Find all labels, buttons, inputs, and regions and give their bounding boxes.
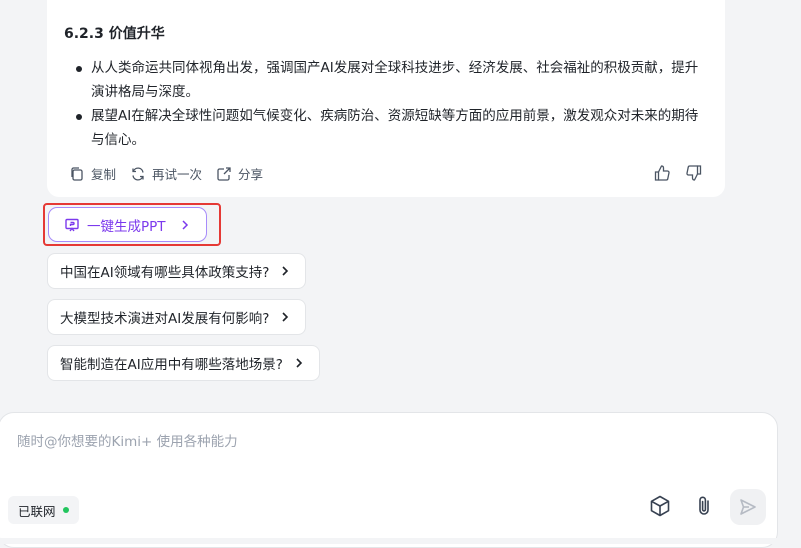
feedback-group <box>653 164 703 182</box>
chevron-right-icon <box>282 266 289 276</box>
online-dot-icon <box>62 507 69 513</box>
answer-card: 6.2.3 价值升华 从人类命运共同体视角出发，强调国产AI发展对全球科技进步、… <box>47 0 725 197</box>
suggestion-text: 大模型技术演进对AI发展有何影响? <box>60 311 270 327</box>
copy-label: 复制 <box>91 167 117 182</box>
share-label: 分享 <box>238 167 264 182</box>
answer-actions: 复制 再试一次 分享 <box>69 164 263 183</box>
thumbs-up-icon[interactable] <box>653 164 671 182</box>
suggestion-chip[interactable]: 中国在AI领域有哪些具体政策支持? <box>47 253 307 289</box>
network-status-badge[interactable]: 已联网 <box>8 496 79 524</box>
bullet-item: 展望AI在解决全球性问题如气候变化、疾病防治、资源短缺等方面的应用前景，激发观众… <box>67 104 707 152</box>
send-button[interactable] <box>730 489 766 525</box>
share-button[interactable]: 分享 <box>216 164 263 183</box>
send-icon <box>740 499 756 515</box>
suggestion-text: 智能制造在AI应用中有哪些落地场景? <box>60 357 283 373</box>
cube-button[interactable] <box>647 493 673 519</box>
attach-button[interactable] <box>691 493 717 519</box>
section-title: 6.2.3 价值升华 <box>64 26 165 42</box>
chat-input-placeholder[interactable]: 随时@你想要的Kimi+ 使用各种能力 <box>17 430 238 450</box>
answer-bullets: 从人类命运共同体视角出发，强调国产AI发展对全球科技进步、经济发展、社会福祉的积… <box>67 56 707 152</box>
thumbs-down-icon[interactable] <box>685 164 703 182</box>
copy-icon <box>71 166 83 181</box>
chat-input-box[interactable]: 随时@你想要的Kimi+ 使用各种能力 <box>0 412 778 548</box>
retry-icon <box>132 166 144 181</box>
one-click-ppt-button[interactable]: 一键生成PPT <box>48 207 207 242</box>
cube-icon <box>650 495 670 517</box>
suggestion-chip[interactable]: 智能制造在AI应用中有哪些落地场景? <box>47 345 320 381</box>
retry-label: 再试一次 <box>152 167 203 182</box>
chevron-right-icon <box>182 219 188 230</box>
chevron-right-icon <box>282 312 289 322</box>
bullet-item: 从人类命运共同体视角出发，强调国产AI发展对全球科技进步、经济发展、社会福祉的积… <box>67 56 707 104</box>
chevron-right-icon <box>296 358 303 368</box>
suggestion-text: 中国在AI领域有哪些具体政策支持? <box>60 265 270 281</box>
network-status-label: 已联网 <box>18 503 56 519</box>
copy-button[interactable]: 复制 <box>69 164 116 183</box>
paperclip-icon <box>699 496 709 515</box>
footer-edge <box>0 538 801 544</box>
suggestion-chip[interactable]: 大模型技术演进对AI发展有何影响? <box>47 299 307 335</box>
retry-button[interactable]: 再试一次 <box>130 164 202 183</box>
ppt-button-label: 一键生成PPT <box>87 218 166 235</box>
ppt-icon <box>65 218 79 231</box>
share-icon <box>217 166 231 181</box>
